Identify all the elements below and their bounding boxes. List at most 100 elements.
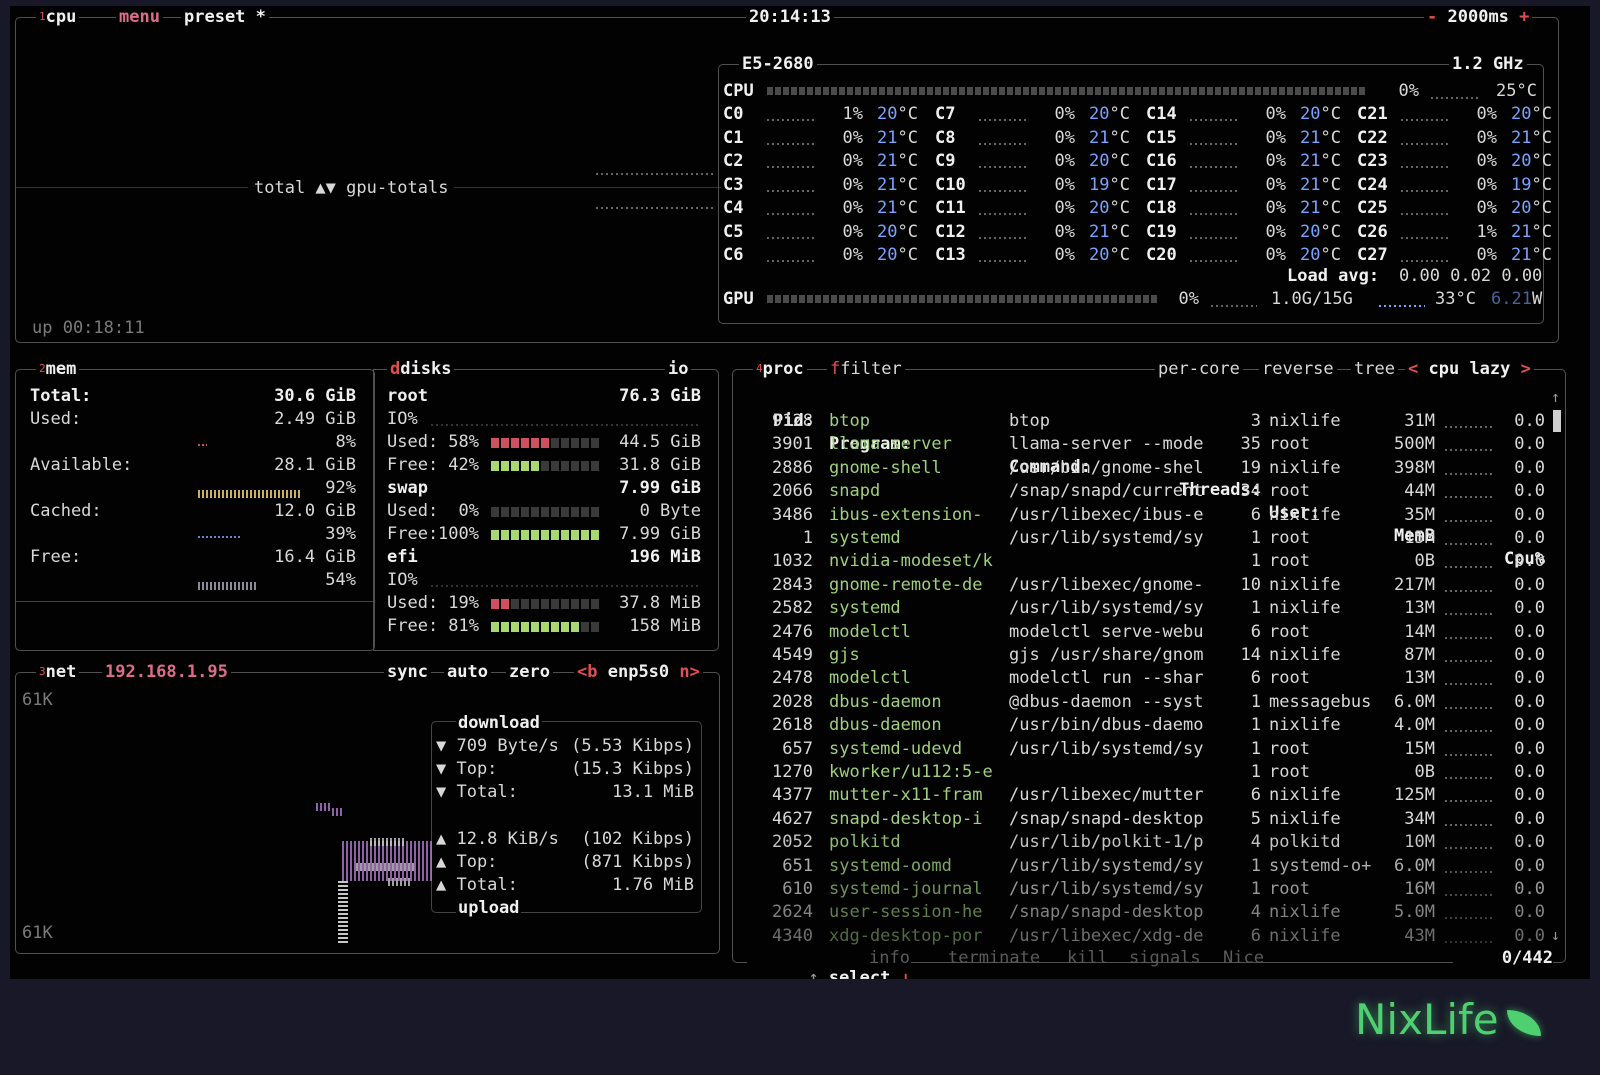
disk-name: efi xyxy=(387,547,418,567)
disk-used-label: Used: xyxy=(387,432,439,452)
net-auto-toggle[interactable]: auto xyxy=(444,662,491,682)
preset-tab[interactable]: preset * xyxy=(181,7,269,27)
table-row[interactable]: 4549 gjs gjs /usr/share/gnom 14 nixlife 87M 0.… xyxy=(733,644,1565,667)
proc-user: root xyxy=(1269,879,1310,899)
net-tab[interactable]: 3net xyxy=(36,662,80,682)
proc-memb: 35M xyxy=(1404,504,1435,525)
proc-program: gnome-shell xyxy=(829,457,942,478)
filter-button[interactable]: ffilter xyxy=(827,359,905,379)
table-row[interactable]: 1032 nvidia-modeset/k 1 root 0B 0.0 xyxy=(733,550,1565,573)
proc-memb: 500M xyxy=(1394,434,1435,455)
core-temp-unit: °C xyxy=(1320,104,1341,124)
core-spark xyxy=(1401,236,1451,239)
net-sync-toggle[interactable]: sync xyxy=(384,662,431,682)
cpu-tab[interactable]: 1cpu xyxy=(36,7,80,27)
select-up-icon[interactable]: ↑ xyxy=(808,968,818,979)
table-row[interactable]: 2478 modelctl modelctl run --shar 6 root 13M 0… xyxy=(733,667,1565,690)
proc-memb: 217M xyxy=(1394,574,1435,595)
core-pct: 1% xyxy=(1476,221,1497,242)
mem-pct: 92% xyxy=(325,478,356,498)
core-label: C23 xyxy=(1357,151,1388,171)
proc-cpu: 0.0 xyxy=(1514,785,1545,806)
menu-tab[interactable]: menu xyxy=(116,7,163,27)
nice-button[interactable]: Nice xyxy=(1223,948,1264,968)
disk-io-graph xyxy=(431,585,701,587)
net-iface-select[interactable]: <b enp5s0 n> xyxy=(574,662,703,682)
proc-memb: 125M xyxy=(1394,785,1435,806)
mem-tab[interactable]: 2mem xyxy=(36,359,80,379)
core-temp: 20°C xyxy=(1300,222,1341,242)
table-row[interactable]: 3901 llama-server llama-server --mode 35 roo… xyxy=(733,433,1565,456)
proc-threads: 1 xyxy=(1250,528,1261,548)
table-row[interactable]: 3486 ibus-extension-/usr/libexec/ibus-e 6 n… xyxy=(733,504,1565,527)
table-row[interactable]: 2052 polkitd/usr/lib/polkit-1/p 4 polkitd 10… xyxy=(733,831,1565,854)
table-row[interactable]: 4377 mutter-x11-fram/usr/libexec/mutter 6 n… xyxy=(733,784,1565,807)
proc-cpu: 0.0 xyxy=(1514,411,1545,431)
table-row[interactable]: 1 systemd/usr/lib/systemd/sy 1 root 15M 0.0 xyxy=(733,527,1565,550)
proc-tab[interactable]: 4proc xyxy=(753,359,807,379)
info-button[interactable]: info xyxy=(869,948,910,968)
signals-button[interactable]: signals xyxy=(1129,948,1201,968)
proc-program: mutter-x11-fram xyxy=(829,785,983,806)
disks-tab[interactable]: ddisks xyxy=(387,359,455,379)
table-row[interactable]: 2028 dbus-daemon @dbus-daemon --syst 1 messa… xyxy=(733,691,1565,714)
terminate-button[interactable]: terminate xyxy=(948,948,1040,968)
disk-free-pct: 100% xyxy=(438,524,479,544)
core-label: C10 xyxy=(935,174,966,195)
io-tab[interactable]: io xyxy=(665,359,692,379)
per-core-toggle[interactable]: per-core xyxy=(1155,359,1243,379)
tree-toggle[interactable]: tree xyxy=(1351,359,1398,379)
select-down-icon[interactable]: ↓ xyxy=(901,968,911,979)
kill-button[interactable]: kill xyxy=(1067,948,1108,968)
core-temp-unit: °C xyxy=(1109,174,1130,195)
table-row[interactable]: 2066 snapd/snap/snapd/current 34 root 44M 0.0 xyxy=(733,480,1565,503)
table-row[interactable]: 2624 user-session-he/snap/snapd-desktop 4 n… xyxy=(733,901,1565,924)
proc-user: root xyxy=(1269,621,1310,642)
mem-divider xyxy=(16,601,374,602)
proc-memb: 43M xyxy=(1404,925,1435,946)
disk-size: 196 MiB xyxy=(629,547,701,567)
proc-memb: 398M xyxy=(1394,457,1435,478)
net-scale-bottom: 61K xyxy=(22,923,53,943)
dl-rate-kibps: (5.53 Kibps) xyxy=(571,736,694,756)
table-row[interactable]: 2618 dbus-daemon/usr/bin/dbus-daemo 1 nixli… xyxy=(733,714,1565,737)
table-row[interactable]: 610 systemd-journal/usr/lib/systemd/sy 1 ro… xyxy=(733,878,1565,901)
table-row[interactable]: 2476 modelctl modelctl serve-webu 6 root 14M 0… xyxy=(733,621,1565,644)
core-temp: 21°C xyxy=(1300,198,1341,218)
table-row[interactable]: 2843 gnome-remote-de/usr/libexec/gnome- 10… xyxy=(733,574,1565,597)
net-stats-box: download ▼ 709 Byte/s (5.53 Kibps) ▼ Top… xyxy=(431,713,702,918)
table-row[interactable]: 1270 kworker/u112:5-e 1 root 0B 0.0 xyxy=(733,761,1565,784)
table-row[interactable]: 2886 gnome-shell/usr/bin/gnome-shel 19 nixl… xyxy=(733,457,1565,480)
core-spark xyxy=(767,189,817,192)
table-row[interactable]: 657 systemd-udevd/usr/lib/systemd/sy 1 root… xyxy=(733,738,1565,761)
core-temp-unit: °C xyxy=(1531,245,1552,265)
table-row[interactable]: 9128 btop btop 3 nixlife 31M 0.0 xyxy=(733,410,1565,433)
sort-select[interactable]: < cpu lazy > xyxy=(1405,359,1534,379)
proc-pid: 4549 xyxy=(772,645,813,665)
interval-control[interactable]: - 2000ms + xyxy=(1424,7,1533,27)
select-button[interactable]: select xyxy=(829,968,890,979)
proc-pid: 1 xyxy=(802,528,813,548)
net-zero-toggle[interactable]: zero xyxy=(506,662,553,682)
core-temp-value: 20 xyxy=(1511,151,1532,171)
core-temp-value: 21 xyxy=(1300,174,1321,195)
proc-cpu-spark xyxy=(1445,706,1493,709)
core-temp-unit: °C xyxy=(1109,198,1130,218)
proc-user: nixlife xyxy=(1269,645,1341,665)
table-row[interactable]: 4627 snapd-desktop-i/snap/snapd-desktop 5 n… xyxy=(733,808,1565,831)
disk-used-meter xyxy=(491,599,599,609)
core-label: C5 xyxy=(723,221,744,242)
proc-memb: 6.0M xyxy=(1394,691,1435,712)
scroll-up-icon[interactable]: ↑ xyxy=(1551,387,1560,407)
net-activity xyxy=(332,808,342,816)
table-row[interactable]: 2582 systemd/usr/lib/systemd/sy 1 nixlife 13… xyxy=(733,597,1565,620)
proc-memb: 13M xyxy=(1404,598,1435,619)
table-row[interactable]: 4340 xdg-desktop-por/usr/libexec/xdg-de 6 n… xyxy=(733,925,1565,948)
core-pct: 0% xyxy=(1476,174,1497,195)
mem-box: 2mem Total: 30.6 GiB Used: 2.49 GiB 8% Availa… xyxy=(15,359,375,651)
table-row[interactable]: 651 systemd-oomd/usr/lib/systemd/sy 1 syste… xyxy=(733,855,1565,878)
core-temp-unit: °C xyxy=(1320,245,1341,265)
proc-cpu-spark xyxy=(1445,940,1493,943)
reverse-toggle[interactable]: reverse xyxy=(1259,359,1337,379)
proc-cpu-spark xyxy=(1445,660,1493,662)
